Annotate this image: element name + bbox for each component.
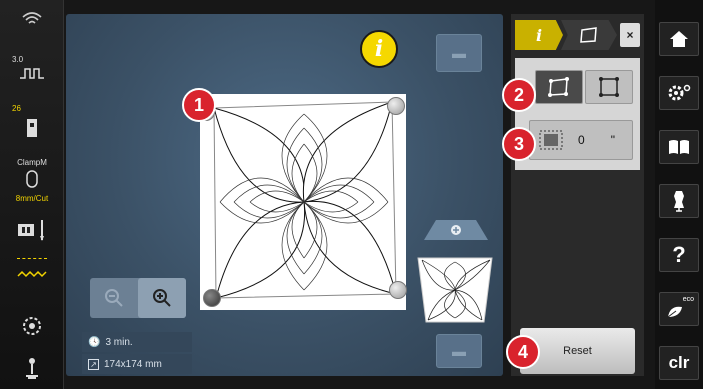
needle-size-label: 3.0 [12, 55, 24, 64]
offset-unit: " [610, 133, 615, 147]
clr-button[interactable]: clr [659, 346, 699, 380]
tension-icon[interactable] [0, 316, 64, 341]
panel-tabs: i × [515, 20, 640, 50]
close-icon: × [626, 28, 634, 42]
corner-handle-top-right[interactable] [387, 97, 405, 115]
quad-shape-icon [548, 77, 569, 97]
quad-shape-icon [580, 27, 597, 43]
stitch-icon[interactable] [0, 66, 64, 87]
help-icon: ? [672, 242, 686, 267]
zoom-out-icon [105, 289, 123, 307]
corner-handle-bottom-right[interactable] [389, 281, 407, 299]
free-shape-button[interactable] [535, 70, 583, 104]
square-shape-button[interactable] [585, 70, 633, 104]
guide-button[interactable] [659, 130, 699, 164]
marker-1: 1 [182, 88, 216, 122]
book-icon [669, 140, 689, 154]
needle-plate-icon[interactable] [0, 218, 64, 247]
size-status: ↗ 174x174 mm [82, 354, 192, 374]
info-icon: i [374, 36, 384, 62]
offset-value: 0 [578, 133, 585, 147]
hoop-preview[interactable] [414, 218, 496, 324]
marker-3: 3 [502, 127, 536, 161]
thread-count-label: 26 [12, 104, 21, 113]
move-down-button[interactable]: ▬ [436, 334, 482, 368]
wifi-icon [0, 12, 64, 31]
divider [0, 258, 64, 259]
embroidery-foot-icon[interactable] [0, 356, 64, 385]
zoom-out-button[interactable] [90, 278, 138, 318]
zoom-controls [90, 278, 186, 318]
creative-consultant-button[interactable] [659, 184, 699, 218]
info-icon: i [535, 25, 543, 45]
help-button[interactable]: ? [659, 238, 699, 272]
eco-button[interactable]: eco [659, 292, 699, 326]
corner-handle-bottom-left[interactable] [203, 289, 221, 307]
panel-controls: 0 " [515, 58, 640, 170]
move-up-button[interactable]: ▬ [436, 34, 482, 72]
home-button[interactable] [659, 22, 699, 56]
info-button[interactable]: i [360, 30, 398, 68]
square-shape-icon [599, 77, 619, 97]
marker-2: 2 [502, 78, 536, 112]
marker-4: 4 [506, 335, 540, 369]
embroidery-screen: 3.0 26 ClampM 8mm/Cut i ▬ ▬ 1 🕓 3 min. ↗… [0, 0, 703, 389]
setup-button[interactable] [659, 76, 699, 110]
clock-icon: 🕓 [88, 336, 101, 348]
bobbin-icon[interactable] [0, 169, 64, 194]
cut-label: 8mm/Cut [15, 194, 49, 203]
zoom-in-button[interactable] [138, 278, 186, 318]
time-status: 🕓 3 min. [82, 332, 192, 352]
zoom-in-icon [153, 289, 171, 307]
tab-info[interactable]: i [515, 20, 563, 50]
home-icon [670, 31, 688, 47]
dress-form-icon [674, 191, 684, 212]
feed-dog-icon[interactable] [0, 266, 64, 284]
eco-label: eco [682, 296, 694, 303]
presser-foot-icon[interactable] [0, 118, 64, 143]
clamp-label: ClampM [17, 158, 47, 167]
tab-transform[interactable] [561, 20, 617, 50]
border-offset-icon [539, 130, 563, 150]
offset-field[interactable]: 0 " [529, 120, 633, 160]
right-nav-bar: ? eco clr [655, 0, 703, 389]
gear-icon [668, 84, 691, 101]
close-button[interactable]: × [620, 23, 640, 47]
left-status-bar: 3.0 26 ClampM 8mm/Cut [0, 0, 64, 389]
resize-icon: ↗ [88, 358, 99, 370]
quilt-design [213, 101, 397, 299]
hoop-area[interactable] [200, 94, 406, 310]
